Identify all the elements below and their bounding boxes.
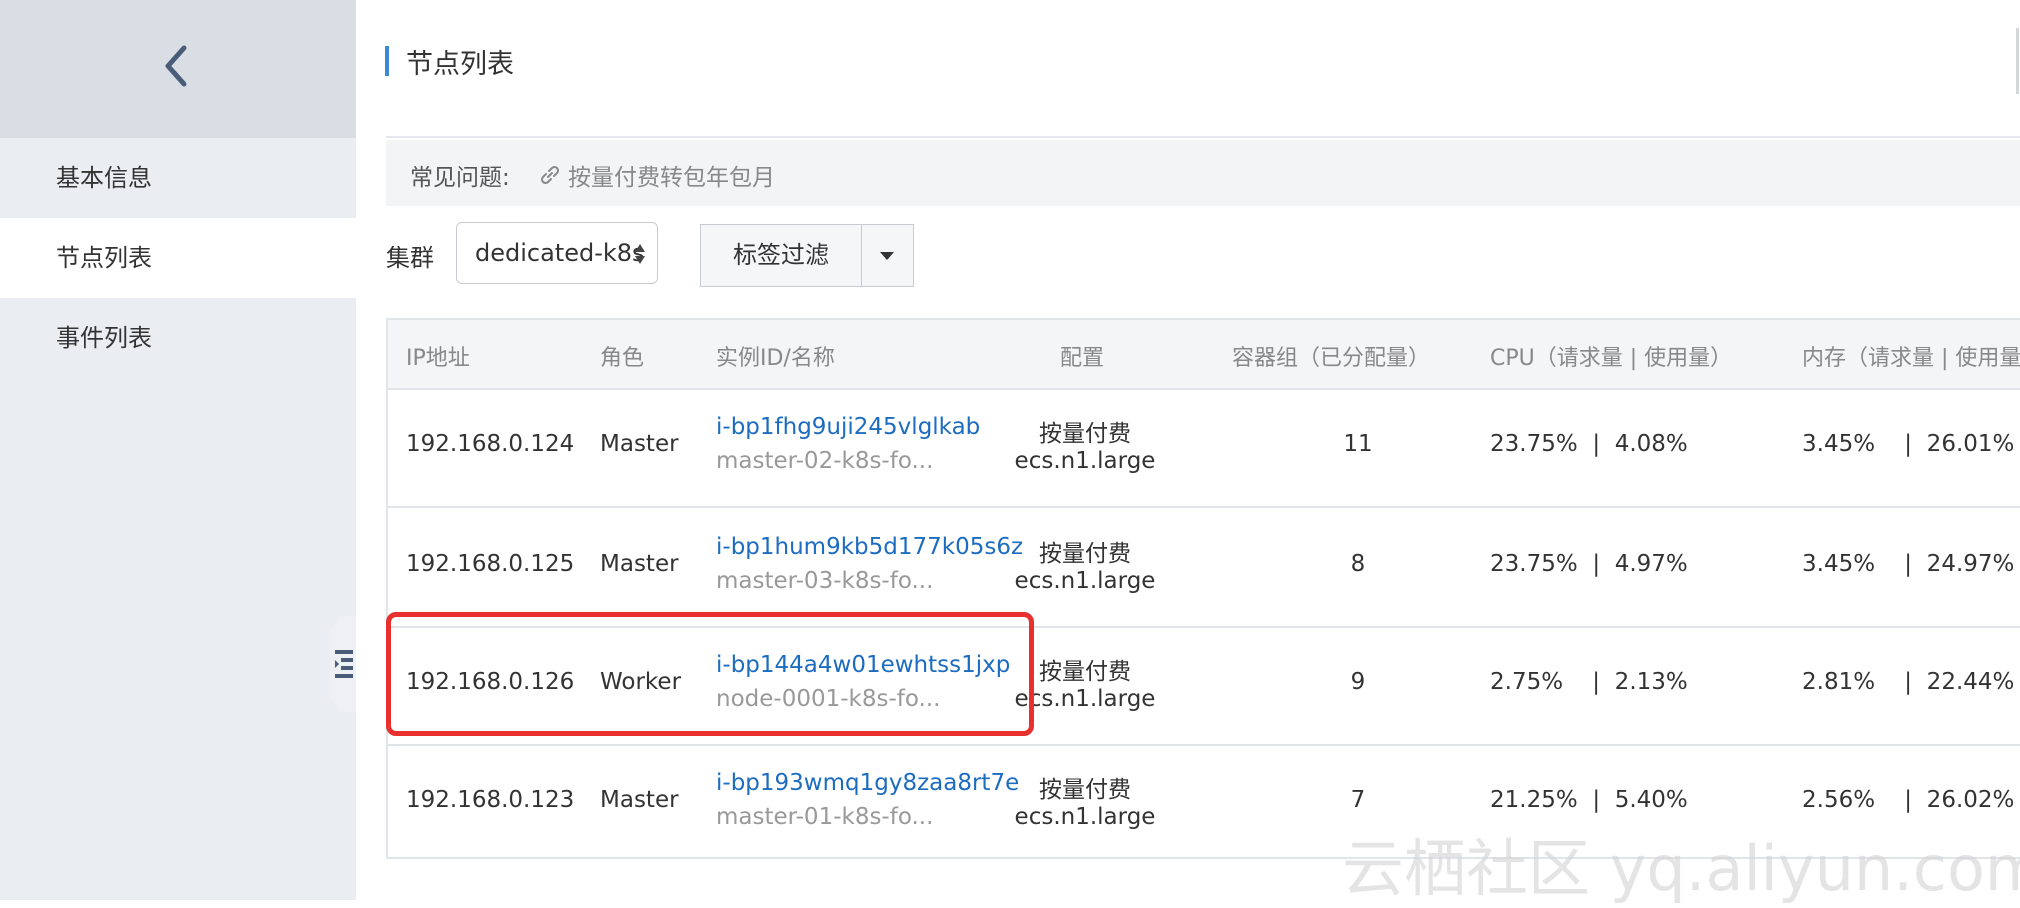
collapse-sidebar-icon [335,650,353,678]
column-header-ip: IP地址 [406,346,470,371]
cell-memory: 3.45% | 24.97% [1802,551,2015,577]
cell-cpu: 23.75% | 4.97% [1490,551,1688,577]
cell-pods: 7 [1350,787,1366,813]
cell-pods: 8 [1350,551,1366,577]
caret-down-icon [880,252,894,260]
back-button[interactable] [150,38,206,94]
table-header: IP地址 角色 实例ID/名称 配置 容器组（已分配量） CPU（请求量 | 使… [388,320,2020,390]
chevron-left-icon [165,45,187,87]
title-divider [386,136,2020,138]
cell-spec: ecs.n1.large [1014,448,1156,474]
collapse-sidebar-handle[interactable] [330,616,356,712]
cell-spec: ecs.n1.large [1014,568,1156,594]
cell-role: Master [600,551,679,577]
link-icon [540,165,560,185]
cell-ip: 192.168.0.123 [406,787,575,813]
tag-filter-dropdown[interactable] [861,225,913,286]
sidebar-item-event-list[interactable]: 事件列表 [0,298,356,378]
cell-memory: 2.81% | 22.44% [1802,669,2015,695]
instance-id-link[interactable]: i-bp193wmq1gy8zaa8rt7e [716,770,1019,796]
cluster-select-value: dedicated-k8s [475,239,645,267]
cell-memory: 2.56% | 26.02% [1802,787,2015,813]
cell-pods: 9 [1350,669,1366,695]
header-divider [2016,28,2019,94]
instance-id-link[interactable]: i-bp1hum9kb5d177k05s6z [716,534,1023,560]
cell-billing: 按量付费 [1039,541,1131,567]
cell-instance-name: master-03-k8s-fo... [716,568,934,594]
cell-role: Master [600,787,679,813]
cell-cpu: 21.25% | 5.40% [1490,787,1688,813]
column-header-pods: 容器组（已分配量） [1232,346,1431,371]
sidebar-item-basic-info[interactable]: 基本信息 [0,138,356,218]
watermark: 云栖社区 yq.aliyun.com [1342,832,2020,905]
faq-label: 常见问题: [410,165,510,191]
table-row: 192.168.0.124 Master i-bp1fhg9uji245vlgl… [388,388,2020,508]
cell-instance-name: master-01-k8s-fo... [716,804,934,830]
sidebar: 基本信息 节点列表 事件列表 [0,0,356,900]
faq-bar: 常见问题: 按量付费转包年包月 [386,140,2020,206]
highlight-box [386,612,1034,736]
cell-cpu: 23.75% | 4.08% [1490,431,1688,457]
column-header-cpu: CPU（请求量 | 使用量） [1490,346,1733,371]
cluster-label: 集群 [386,244,434,272]
cell-ip: 192.168.0.125 [406,551,575,577]
faq-link-text: 按量付费转包年包月 [568,165,775,191]
cell-ip: 192.168.0.124 [406,431,575,457]
tag-filter-button[interactable]: 标签过滤 [701,225,862,286]
sidebar-header [0,0,356,138]
cell-cpu: 2.75% | 2.13% [1490,669,1688,695]
cell-billing: 按量付费 [1039,421,1131,447]
cell-instance-name: master-02-k8s-fo... [716,448,934,474]
sort-arrows-icon [635,244,645,264]
cell-role: Master [600,431,679,457]
column-header-instance: 实例ID/名称 [716,346,835,371]
node-table: IP地址 角色 实例ID/名称 配置 容器组（已分配量） CPU（请求量 | 使… [386,318,2020,859]
sidebar-item-node-list[interactable]: 节点列表 [0,218,356,298]
column-header-memory: 内存（请求量 | 使用量 [1802,346,2020,371]
cell-memory: 3.45% | 26.01% [1802,431,2015,457]
tag-filter: 标签过滤 [700,224,914,287]
cell-billing: 按量付费 [1039,777,1131,803]
page-title: 节点列表 [406,49,514,80]
cluster-select[interactable]: dedicated-k8s [456,222,658,284]
column-header-config: 配置 [1060,346,1105,371]
cell-spec: ecs.n1.large [1014,804,1156,830]
column-header-role: 角色 [600,346,645,371]
table-row: 192.168.0.125 Master i-bp1hum9kb5d177k05… [388,508,2020,628]
instance-id-link[interactable]: i-bp1fhg9uji245vlglkab [716,414,980,440]
title-accent-bar [385,46,389,76]
cell-pods: 11 [1343,431,1373,457]
faq-link[interactable]: 按量付费转包年包月 [538,158,775,192]
